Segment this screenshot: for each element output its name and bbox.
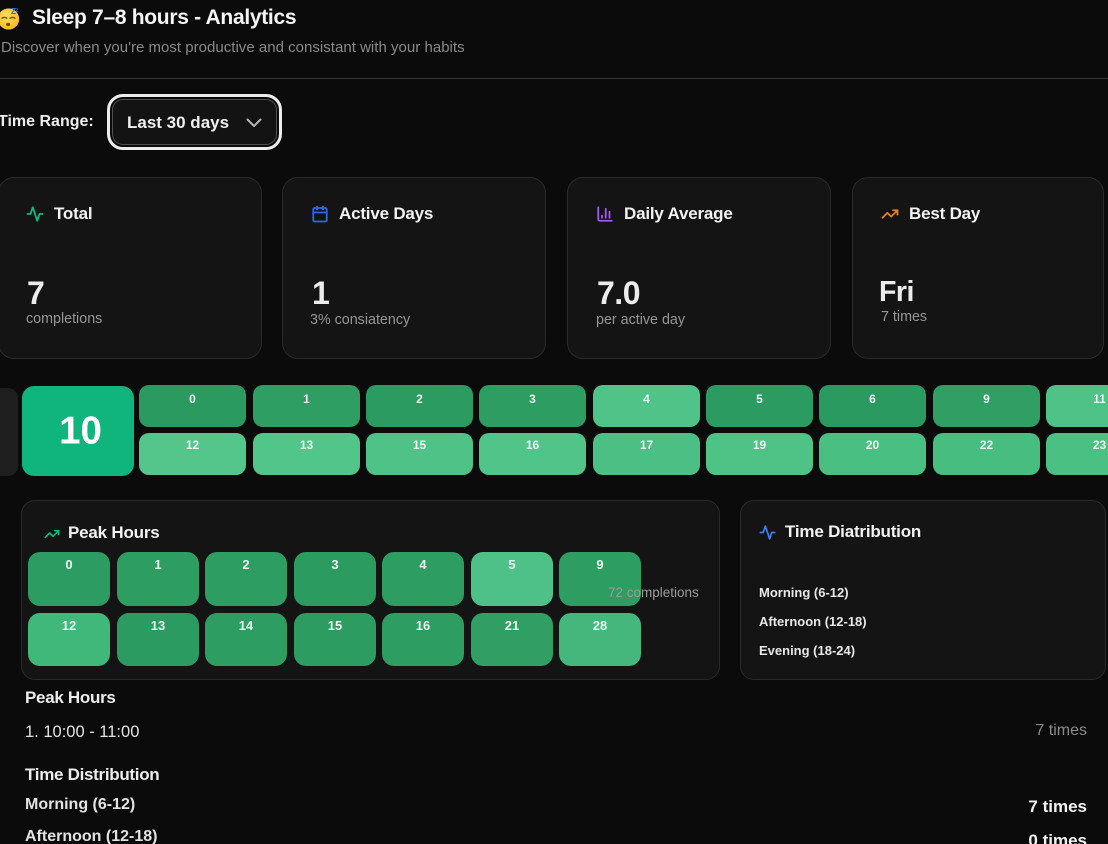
svg-text:z: z [16,7,19,13]
